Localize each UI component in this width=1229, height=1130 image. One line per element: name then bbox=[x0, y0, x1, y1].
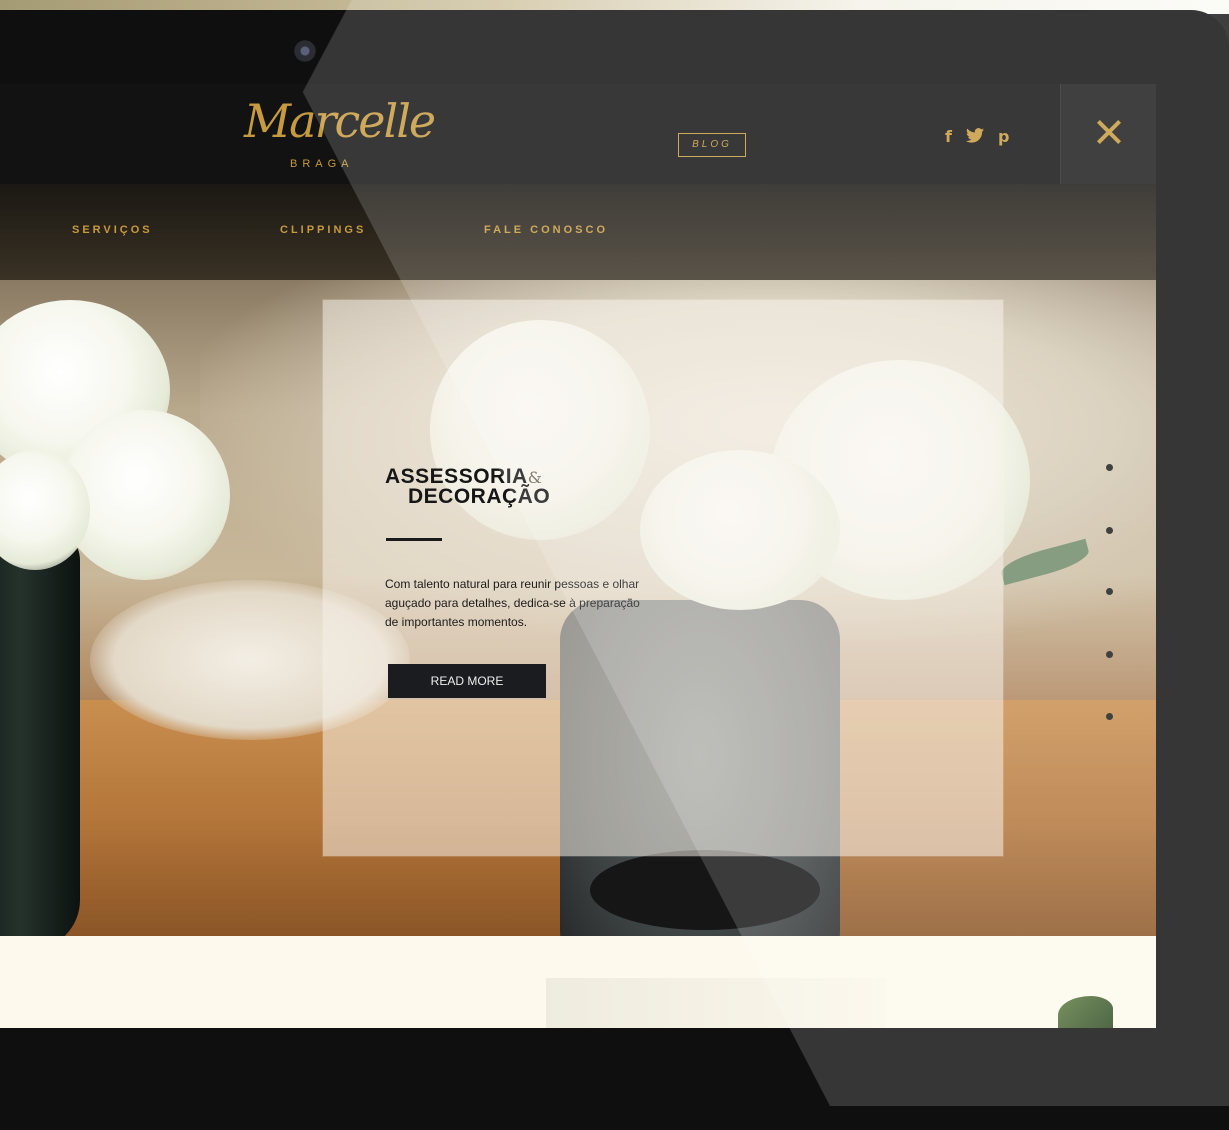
logo-subtitle: BRAGA bbox=[290, 158, 354, 170]
vase-base bbox=[590, 850, 820, 930]
site-logo[interactable]: Marcelle BRAGA bbox=[240, 92, 436, 180]
card-title-line2: DECORAÇÃO bbox=[408, 485, 551, 508]
main-navigation: SERVIÇOS CLIPPINGS FALE CONOSCO bbox=[0, 184, 1156, 280]
card-description: Com talento natural para reunir pessoas … bbox=[385, 577, 640, 629]
twitter-icon[interactable] bbox=[965, 128, 984, 147]
read-more-button[interactable]: READ MORE bbox=[388, 664, 546, 698]
twitter-bird-glyph bbox=[965, 128, 984, 143]
nav-item-fale-conosco[interactable]: FALE CONOSCO bbox=[484, 224, 608, 236]
nav-item-servicos[interactable]: SERVIÇOS bbox=[72, 224, 153, 236]
slider-dot[interactable] bbox=[1106, 651, 1113, 658]
social-links: f p bbox=[945, 128, 1009, 147]
slider-dot[interactable] bbox=[1106, 464, 1113, 471]
facebook-icon[interactable]: f bbox=[945, 128, 952, 147]
hero-text-card: ASSESSORIA& DECORAÇÃO Com talento natura… bbox=[323, 300, 1003, 856]
slider-dot[interactable] bbox=[1106, 713, 1113, 720]
logo-script-text: Marcelle bbox=[244, 94, 436, 148]
slider-dot[interactable] bbox=[1106, 588, 1113, 595]
nav-item-blog[interactable]: BLOG bbox=[678, 133, 746, 157]
slider-dot[interactable] bbox=[1106, 527, 1113, 534]
card-divider bbox=[386, 538, 442, 541]
site-header: Marcelle BRAGA f p bbox=[0, 84, 1156, 184]
close-icon bbox=[1097, 120, 1121, 144]
webcam-icon bbox=[294, 40, 316, 62]
dark-vase-left bbox=[0, 530, 80, 936]
nav-item-clippings[interactable]: CLIPPINGS bbox=[280, 224, 366, 236]
pinterest-icon[interactable]: p bbox=[998, 128, 1009, 147]
close-menu-button[interactable] bbox=[1060, 84, 1156, 184]
content-image-placeholder bbox=[546, 978, 886, 1028]
